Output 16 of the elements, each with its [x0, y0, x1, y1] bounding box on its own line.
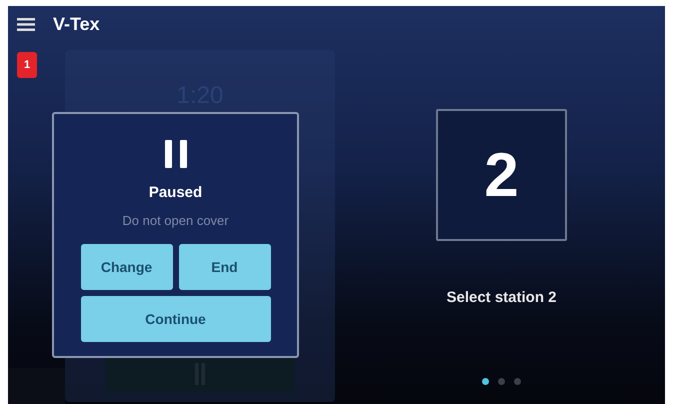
status-text: Paused [148, 183, 202, 203]
station-caption: Select station 2 [446, 288, 557, 308]
page-dot[interactable] [482, 378, 489, 384]
dialog-button[interactable]: Change [80, 244, 172, 290]
dialog-button[interactable]: Continue [80, 296, 270, 342]
message-text: Do not open cover [122, 212, 229, 230]
page-dot[interactable] [514, 378, 521, 384]
station-number[interactable]: 2 [436, 109, 567, 241]
dark-block [8, 368, 65, 404]
pause-button[interactable] [106, 356, 294, 392]
dialog-button[interactable]: End [178, 244, 270, 290]
page-dot[interactable] [498, 378, 505, 384]
app-title: V-Tex [53, 12, 100, 36]
pause-icon [164, 140, 186, 168]
station-badge: 1 [17, 52, 37, 78]
menu-icon[interactable] [17, 18, 35, 30]
